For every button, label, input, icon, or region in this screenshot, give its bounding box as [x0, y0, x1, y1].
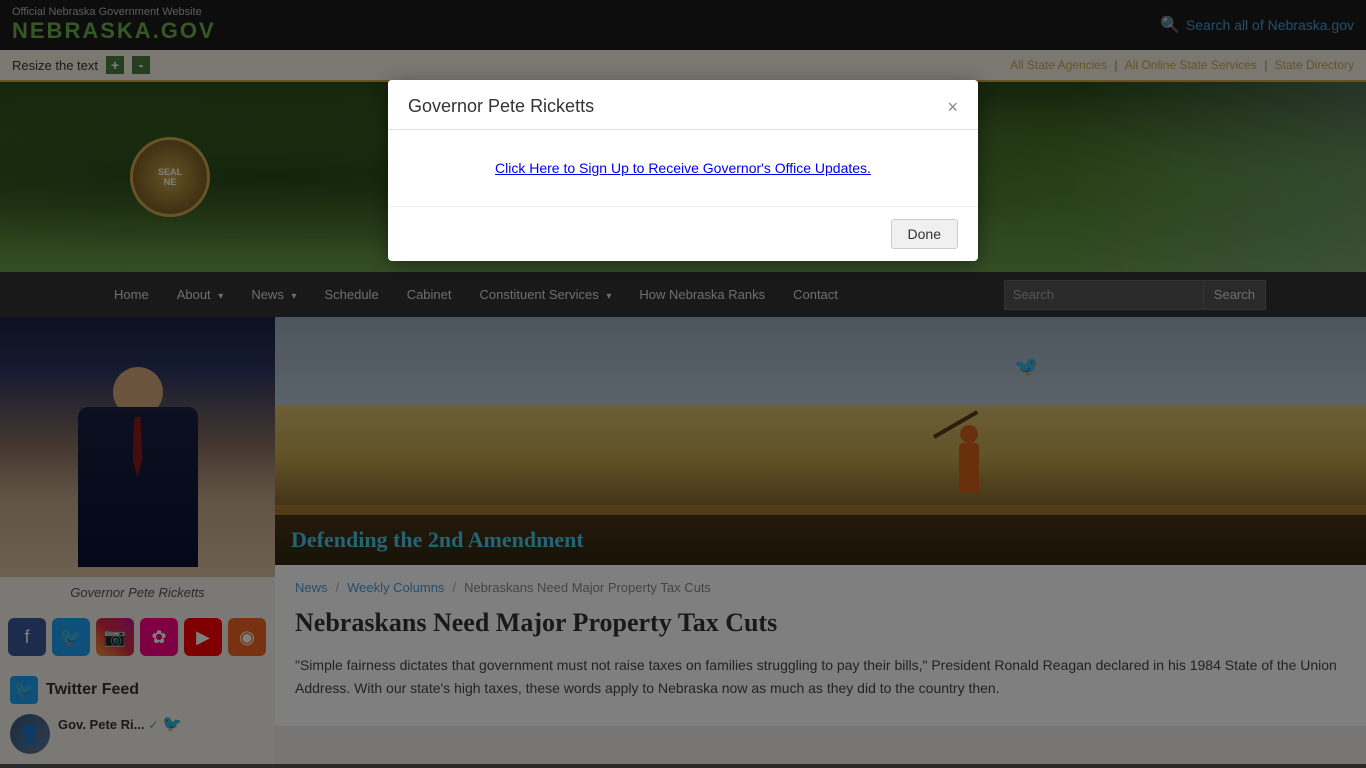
modal-overlay[interactable]: Governor Pete Ricketts × Click Here to S… [0, 0, 1366, 768]
modal-close-button[interactable]: × [947, 98, 958, 116]
modal-body: Click Here to Sign Up to Receive Governo… [388, 130, 978, 206]
modal-title: Governor Pete Ricketts [408, 96, 594, 117]
modal-signup-link[interactable]: Click Here to Sign Up to Receive Governo… [495, 160, 871, 176]
modal-done-button[interactable]: Done [891, 219, 958, 249]
modal-footer: Done [388, 206, 978, 261]
modal-dialog: Governor Pete Ricketts × Click Here to S… [388, 80, 978, 261]
modal-header: Governor Pete Ricketts × [388, 80, 978, 130]
